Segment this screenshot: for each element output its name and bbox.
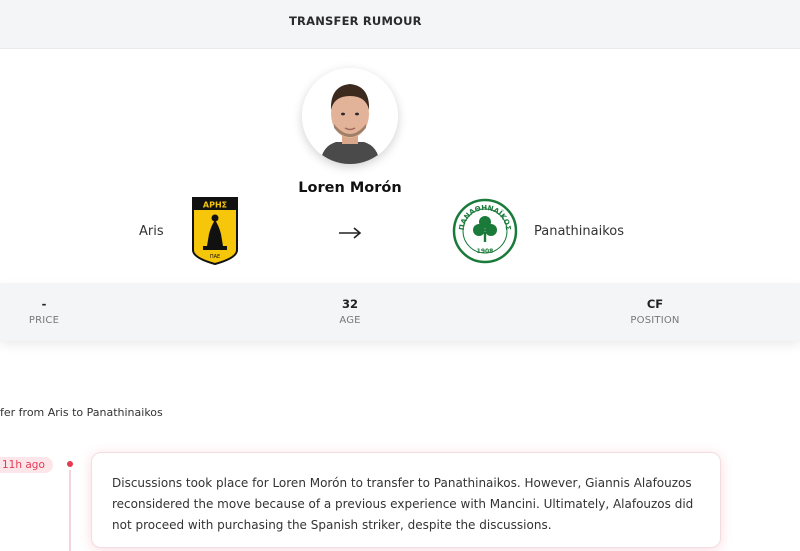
stat-price: - PRICE — [0, 297, 104, 326]
timeline-dot — [67, 461, 73, 467]
panathinaikos-crest-year: 1908 — [477, 248, 494, 255]
aris-crest-text-bottom: ΠΑΕ — [210, 254, 220, 260]
stat-position-value: CF — [646, 297, 664, 311]
stat-age-value: 32 — [341, 297, 358, 311]
panathinaikos-crest-icon[interactable]: ΠΑΝΑΘΗΝΑΪΚΟΣ 1908 — [452, 198, 518, 264]
player-photo — [302, 68, 398, 164]
rumour-text: Discussions took place for Loren Morón t… — [112, 476, 694, 532]
aris-crest-icon[interactable]: ΑΡΗΣ ΠΑΕ — [191, 196, 239, 266]
transfer-arrow-icon — [339, 227, 362, 239]
player-name: Loren Morón — [298, 180, 402, 196]
stat-price-label: PRICE — [28, 315, 60, 326]
from-club-name[interactable]: Aris — [139, 224, 164, 239]
stats-bar: - PRICE 32 AGE CF POSITION — [0, 283, 800, 341]
player-avatar — [302, 68, 398, 164]
transfer-subtitle: fer from Aris to Panathinaikos — [0, 406, 163, 419]
time-badge: 11h ago — [0, 457, 53, 473]
aris-crest-text-top: ΑΡΗΣ — [203, 201, 227, 210]
header-bar: TRANSFER RUMOUR — [0, 0, 800, 49]
timeline-line — [69, 470, 71, 551]
stat-price-value: - — [41, 297, 47, 311]
stat-position-label: POSITION — [630, 315, 680, 326]
page-title: TRANSFER RUMOUR — [289, 14, 422, 28]
stat-age-label: AGE — [339, 315, 361, 326]
stat-age: 32 AGE — [290, 297, 410, 326]
stat-position: CF POSITION — [595, 297, 715, 326]
rumour-card: Discussions took place for Loren Morón t… — [91, 452, 721, 548]
to-club-name[interactable]: Panathinaikos — [534, 224, 624, 239]
